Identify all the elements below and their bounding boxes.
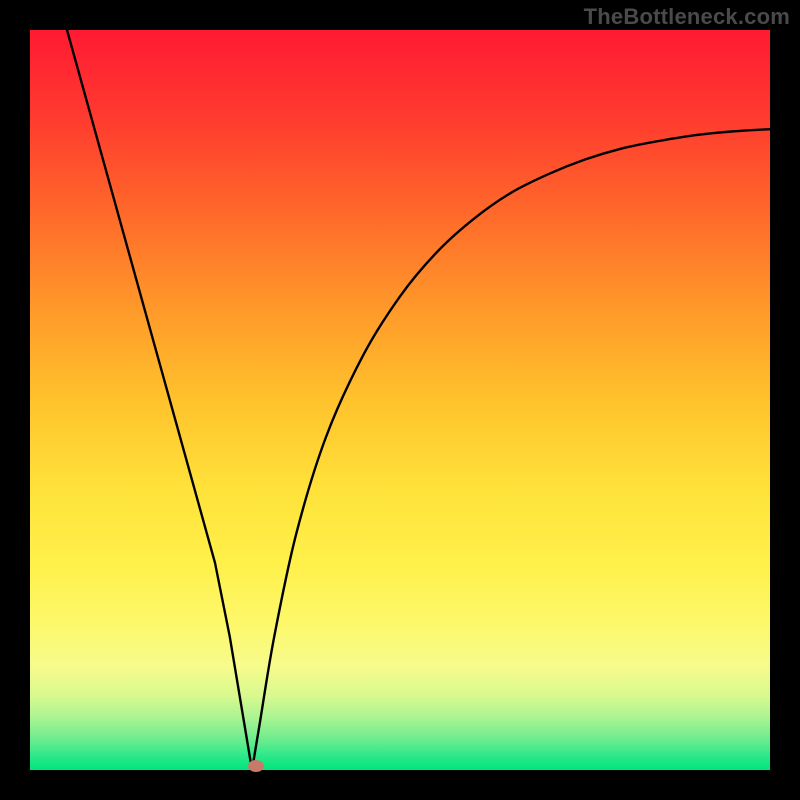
plot-area: [30, 30, 770, 770]
bottleneck-curve: [30, 30, 770, 770]
watermark-text: TheBottleneck.com: [584, 4, 790, 30]
optimum-marker: [248, 760, 264, 772]
curve-path: [67, 30, 770, 770]
chart-frame: TheBottleneck.com: [0, 0, 800, 800]
